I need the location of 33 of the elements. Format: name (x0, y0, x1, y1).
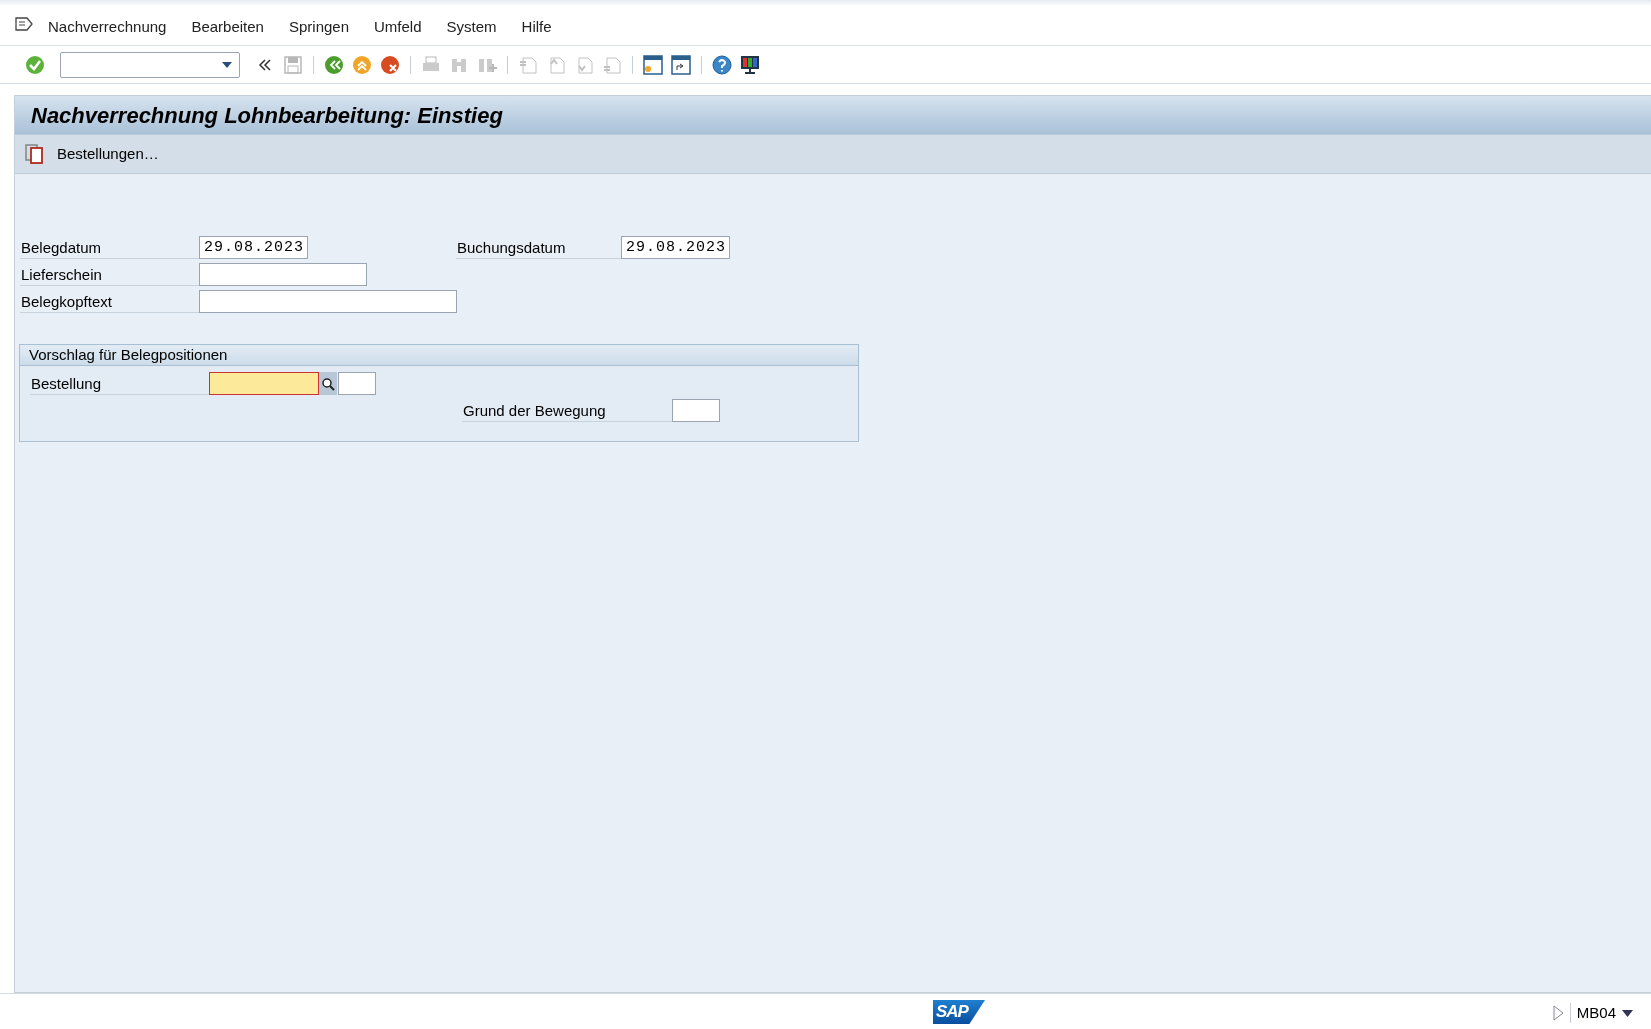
menu-item[interactable]: Umfeld (374, 16, 422, 39)
ok-icon[interactable] (24, 53, 46, 76)
orders-button[interactable]: Bestellungen… (25, 142, 159, 166)
menu-item[interactable]: Bearbeiten (191, 16, 264, 39)
cancel-icon[interactable] (379, 53, 401, 76)
copy-icon (25, 144, 45, 164)
new-window-icon[interactable] (642, 53, 664, 76)
screen-title: Nachverrechnung Lohnbearbeitung: Einstieg (15, 96, 1651, 134)
menu-item[interactable]: System (446, 16, 497, 39)
menu-item[interactable]: Springen (288, 16, 349, 39)
input-field[interactable] (199, 263, 367, 286)
input-field[interactable]: 29.08.2023 (621, 236, 730, 259)
menu-item[interactable]: Hilfe (521, 16, 552, 39)
expand-icon[interactable] (1551, 1005, 1564, 1022)
help-icon[interactable] (711, 53, 733, 76)
dropdown-icon[interactable] (221, 60, 233, 69)
back-icon[interactable] (323, 53, 345, 76)
input-field[interactable] (209, 372, 319, 395)
transaction-code[interactable]: MB04 (1576, 1002, 1616, 1025)
input-field[interactable] (199, 290, 457, 313)
dropdown-icon[interactable] (1622, 1009, 1633, 1017)
logo: SAP (933, 1000, 985, 1024)
shortcut-icon[interactable] (670, 53, 692, 76)
field-label: Grund der Bewegung (462, 399, 672, 422)
input-field[interactable] (338, 372, 376, 395)
up-icon[interactable] (351, 53, 373, 76)
search-icon[interactable] (319, 372, 337, 395)
menu-item[interactable]: Nachverrechnung (48, 16, 167, 39)
input-field[interactable] (672, 399, 720, 422)
monitor-icon[interactable] (739, 53, 761, 76)
command-field[interactable] (60, 51, 240, 78)
input-field[interactable]: 29.08.2023 (199, 236, 308, 259)
group-title: Vorschlag für Belegpositionen (20, 345, 858, 366)
